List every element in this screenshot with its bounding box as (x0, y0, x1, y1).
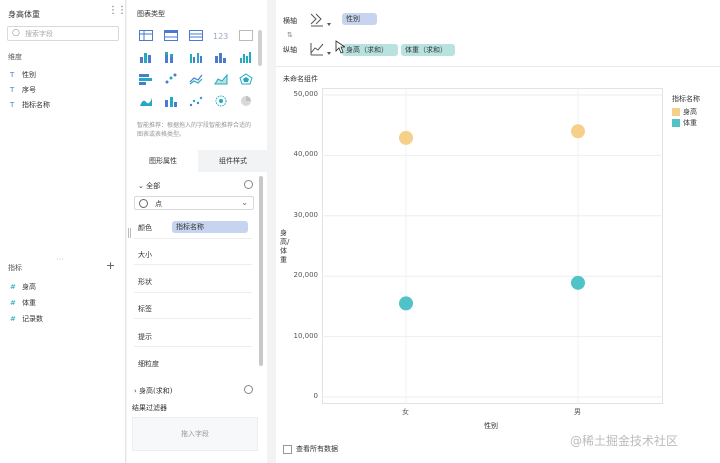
data-point[interactable] (571, 124, 585, 139)
data-point[interactable] (571, 275, 585, 290)
y-tick-label: 0 (313, 392, 318, 400)
y-tick-label: 30,000 (293, 210, 319, 219)
checkbox-box[interactable] (283, 444, 292, 454)
y-axis-title: 身高/体重 (280, 229, 290, 264)
data-point[interactable] (399, 296, 413, 311)
x-tick-label: 女 (402, 408, 409, 416)
legend-swatch (672, 119, 680, 127)
x-axis-title: 性别 (484, 422, 498, 430)
y-tick-label: 50,000 (293, 90, 319, 98)
x-tick-label: 男 (574, 408, 581, 416)
view-all-data-checkbox[interactable]: 查看所有数据 (283, 444, 338, 454)
app-window: 身高体重 ⋮⋮ ○ 维度 T性别 T序号 T指标名称 ··· 指标 + #身高 … (0, 0, 720, 463)
scatter-plot (322, 88, 663, 404)
data-point[interactable] (399, 130, 413, 145)
legend-item-weight[interactable]: 体重 (672, 118, 697, 128)
legend-item-height[interactable]: 身高 (672, 107, 697, 117)
y-tick-label: 20,000 (293, 271, 319, 280)
y-tick-label: 10,000 (293, 331, 319, 340)
y-tick-label: 40,000 (293, 150, 319, 159)
watermark: @稀土掘金技术社区 (570, 434, 679, 448)
legend-title: 指标名称 (672, 95, 700, 103)
legend-swatch (672, 108, 680, 116)
